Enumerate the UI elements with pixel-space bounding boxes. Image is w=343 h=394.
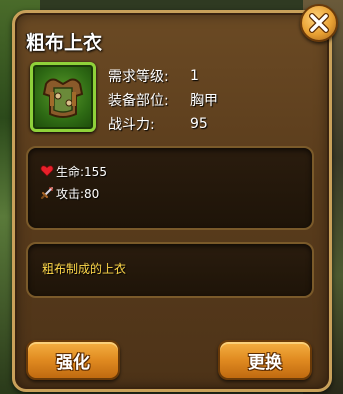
stat-row-level: 需求等级: 1: [108, 64, 218, 88]
attribute-label: 攻击:80: [56, 186, 100, 201]
replace-button[interactable]: 更换: [218, 340, 312, 380]
heart-icon: [40, 165, 54, 177]
item-icon-frame[interactable]: [30, 62, 96, 132]
stat-value: 胸甲: [190, 93, 218, 109]
close-button[interactable]: [300, 4, 338, 42]
stat-value: 1: [190, 68, 199, 84]
stat-label: 装备部位:: [108, 93, 169, 109]
attributes-box: 生命:155 攻击:80: [26, 146, 314, 230]
game-scene: 粗布上衣 需求等级: 1 装备部位: 胸甲 战斗力: 95 生命:155 攻击:…: [0, 0, 343, 394]
stat-label: 战斗力:: [108, 117, 155, 133]
chest-armor-icon: [42, 78, 84, 118]
description-box: 粗布制成的上衣: [26, 242, 314, 298]
stat-label: 需求等级:: [108, 69, 169, 85]
item-stats: 需求等级: 1 装备部位: 胸甲 战斗力: 95: [108, 64, 218, 136]
close-icon: [309, 13, 329, 33]
attribute-row-hp: 生命:155: [28, 160, 312, 182]
stat-value: 95: [190, 116, 208, 132]
attribute-label: 生命:155: [56, 164, 107, 179]
stat-row-power: 战斗力: 95: [108, 112, 218, 136]
stat-row-slot: 装备部位: 胸甲: [108, 88, 218, 112]
enhance-button[interactable]: 强化: [26, 340, 120, 380]
item-name: 粗布上衣: [26, 32, 103, 54]
sword-icon: [41, 187, 53, 199]
attribute-row-attack: 攻击:80: [28, 182, 312, 204]
item-description: 粗布制成的上衣: [42, 262, 127, 276]
